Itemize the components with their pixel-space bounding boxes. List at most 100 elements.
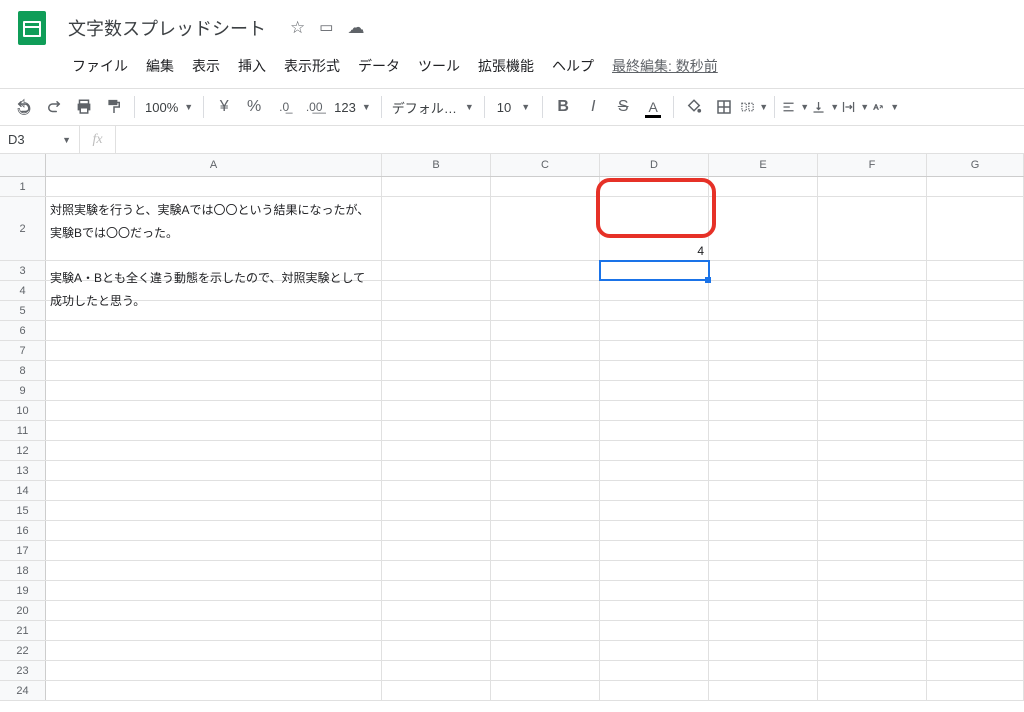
cell-C22[interactable]	[491, 641, 600, 660]
cell-D8[interactable]	[600, 361, 709, 380]
cell-A3[interactable]	[46, 261, 382, 280]
cell-D22[interactable]	[600, 641, 709, 660]
cell-A6[interactable]	[46, 321, 382, 340]
row-header[interactable]: 20	[0, 601, 46, 620]
cell-G19[interactable]	[927, 581, 1024, 600]
row-header[interactable]: 16	[0, 521, 46, 540]
cell-D23[interactable]	[600, 661, 709, 680]
row-header[interactable]: 3	[0, 261, 46, 280]
row-header[interactable]: 7	[0, 341, 46, 360]
cell-F24[interactable]	[818, 681, 927, 700]
cell-D14[interactable]	[600, 481, 709, 500]
merge-cells-button[interactable]: ▼	[740, 93, 768, 121]
cell-A7[interactable]	[46, 341, 382, 360]
cell-E19[interactable]	[709, 581, 818, 600]
cell-C18[interactable]	[491, 561, 600, 580]
col-header-F[interactable]: F	[818, 154, 927, 176]
row-header[interactable]: 24	[0, 681, 46, 700]
cell-D20[interactable]	[600, 601, 709, 620]
cell-F2[interactable]	[818, 197, 927, 260]
borders-button[interactable]	[710, 93, 738, 121]
cell-G22[interactable]	[927, 641, 1024, 660]
cell-E20[interactable]	[709, 601, 818, 620]
cell-F8[interactable]	[818, 361, 927, 380]
row-header[interactable]: 5	[0, 301, 46, 320]
cell-E1[interactable]	[709, 177, 818, 196]
cloud-icon[interactable]: ☁	[347, 18, 364, 38]
cell-A5[interactable]	[46, 301, 382, 320]
cell-C8[interactable]	[491, 361, 600, 380]
cell-E5[interactable]	[709, 301, 818, 320]
cell-C3[interactable]	[491, 261, 600, 280]
row-header[interactable]: 23	[0, 661, 46, 680]
cell-A24[interactable]	[46, 681, 382, 700]
cell-G2[interactable]	[927, 197, 1024, 260]
cell-C23[interactable]	[491, 661, 600, 680]
cell-G8[interactable]	[927, 361, 1024, 380]
cell-C6[interactable]	[491, 321, 600, 340]
cell-C9[interactable]	[491, 381, 600, 400]
undo-button[interactable]	[10, 93, 38, 121]
cell-E2[interactable]	[709, 197, 818, 260]
cell-E16[interactable]	[709, 521, 818, 540]
row-header[interactable]: 1	[0, 177, 46, 196]
cell-E21[interactable]	[709, 621, 818, 640]
cell-B15[interactable]	[382, 501, 491, 520]
cell-F15[interactable]	[818, 501, 927, 520]
cell-G15[interactable]	[927, 501, 1024, 520]
cell-D21[interactable]	[600, 621, 709, 640]
cell-C7[interactable]	[491, 341, 600, 360]
cell-C4[interactable]	[491, 281, 600, 300]
text-color-button[interactable]: A	[639, 93, 667, 121]
increase-decimal-button[interactable]: .0̲0̲	[300, 93, 328, 121]
cell-B3[interactable]	[382, 261, 491, 280]
cell-G9[interactable]	[927, 381, 1024, 400]
cell-A14[interactable]	[46, 481, 382, 500]
strikethrough-button[interactable]: S	[609, 93, 637, 121]
cell-F23[interactable]	[818, 661, 927, 680]
menu-format[interactable]: 表示形式	[276, 52, 348, 80]
menu-file[interactable]: ファイル	[64, 52, 136, 80]
cell-F16[interactable]	[818, 521, 927, 540]
h-align-button[interactable]: ▼	[781, 93, 809, 121]
last-edit-label[interactable]: 最終編集: 数秒前	[612, 56, 718, 76]
cell-G11[interactable]	[927, 421, 1024, 440]
cell-G12[interactable]	[927, 441, 1024, 460]
cell-B21[interactable]	[382, 621, 491, 640]
cell-C13[interactable]	[491, 461, 600, 480]
number-format-select[interactable]: 123▼	[330, 100, 375, 115]
cell-B14[interactable]	[382, 481, 491, 500]
menu-data[interactable]: データ	[350, 52, 408, 80]
cell-A18[interactable]	[46, 561, 382, 580]
cell-D7[interactable]	[600, 341, 709, 360]
cell-C14[interactable]	[491, 481, 600, 500]
currency-button[interactable]: ¥	[210, 93, 238, 121]
cell-B9[interactable]	[382, 381, 491, 400]
cell-F17[interactable]	[818, 541, 927, 560]
cell-B22[interactable]	[382, 641, 491, 660]
cell-B17[interactable]	[382, 541, 491, 560]
cell-E7[interactable]	[709, 341, 818, 360]
cell-C11[interactable]	[491, 421, 600, 440]
cell-A2[interactable]: 対照実験を行うと、実験Aでは〇〇という結果になったが、実験Bでは〇〇だった。実験…	[46, 197, 382, 260]
cell-E9[interactable]	[709, 381, 818, 400]
zoom-select[interactable]: 100%▼	[141, 100, 197, 115]
cell-C20[interactable]	[491, 601, 600, 620]
menu-extensions[interactable]: 拡張機能	[470, 52, 542, 80]
col-header-C[interactable]: C	[491, 154, 600, 176]
cell-A20[interactable]	[46, 601, 382, 620]
paint-format-button[interactable]	[100, 93, 128, 121]
cell-G1[interactable]	[927, 177, 1024, 196]
row-header[interactable]: 17	[0, 541, 46, 560]
cell-C5[interactable]	[491, 301, 600, 320]
cell-C15[interactable]	[491, 501, 600, 520]
redo-button[interactable]	[40, 93, 68, 121]
cell-D2[interactable]: 4	[600, 197, 709, 260]
cell-B10[interactable]	[382, 401, 491, 420]
row-header[interactable]: 8	[0, 361, 46, 380]
cell-G20[interactable]	[927, 601, 1024, 620]
fill-color-button[interactable]	[680, 93, 708, 121]
cell-E24[interactable]	[709, 681, 818, 700]
cell-F1[interactable]	[818, 177, 927, 196]
cell-D13[interactable]	[600, 461, 709, 480]
